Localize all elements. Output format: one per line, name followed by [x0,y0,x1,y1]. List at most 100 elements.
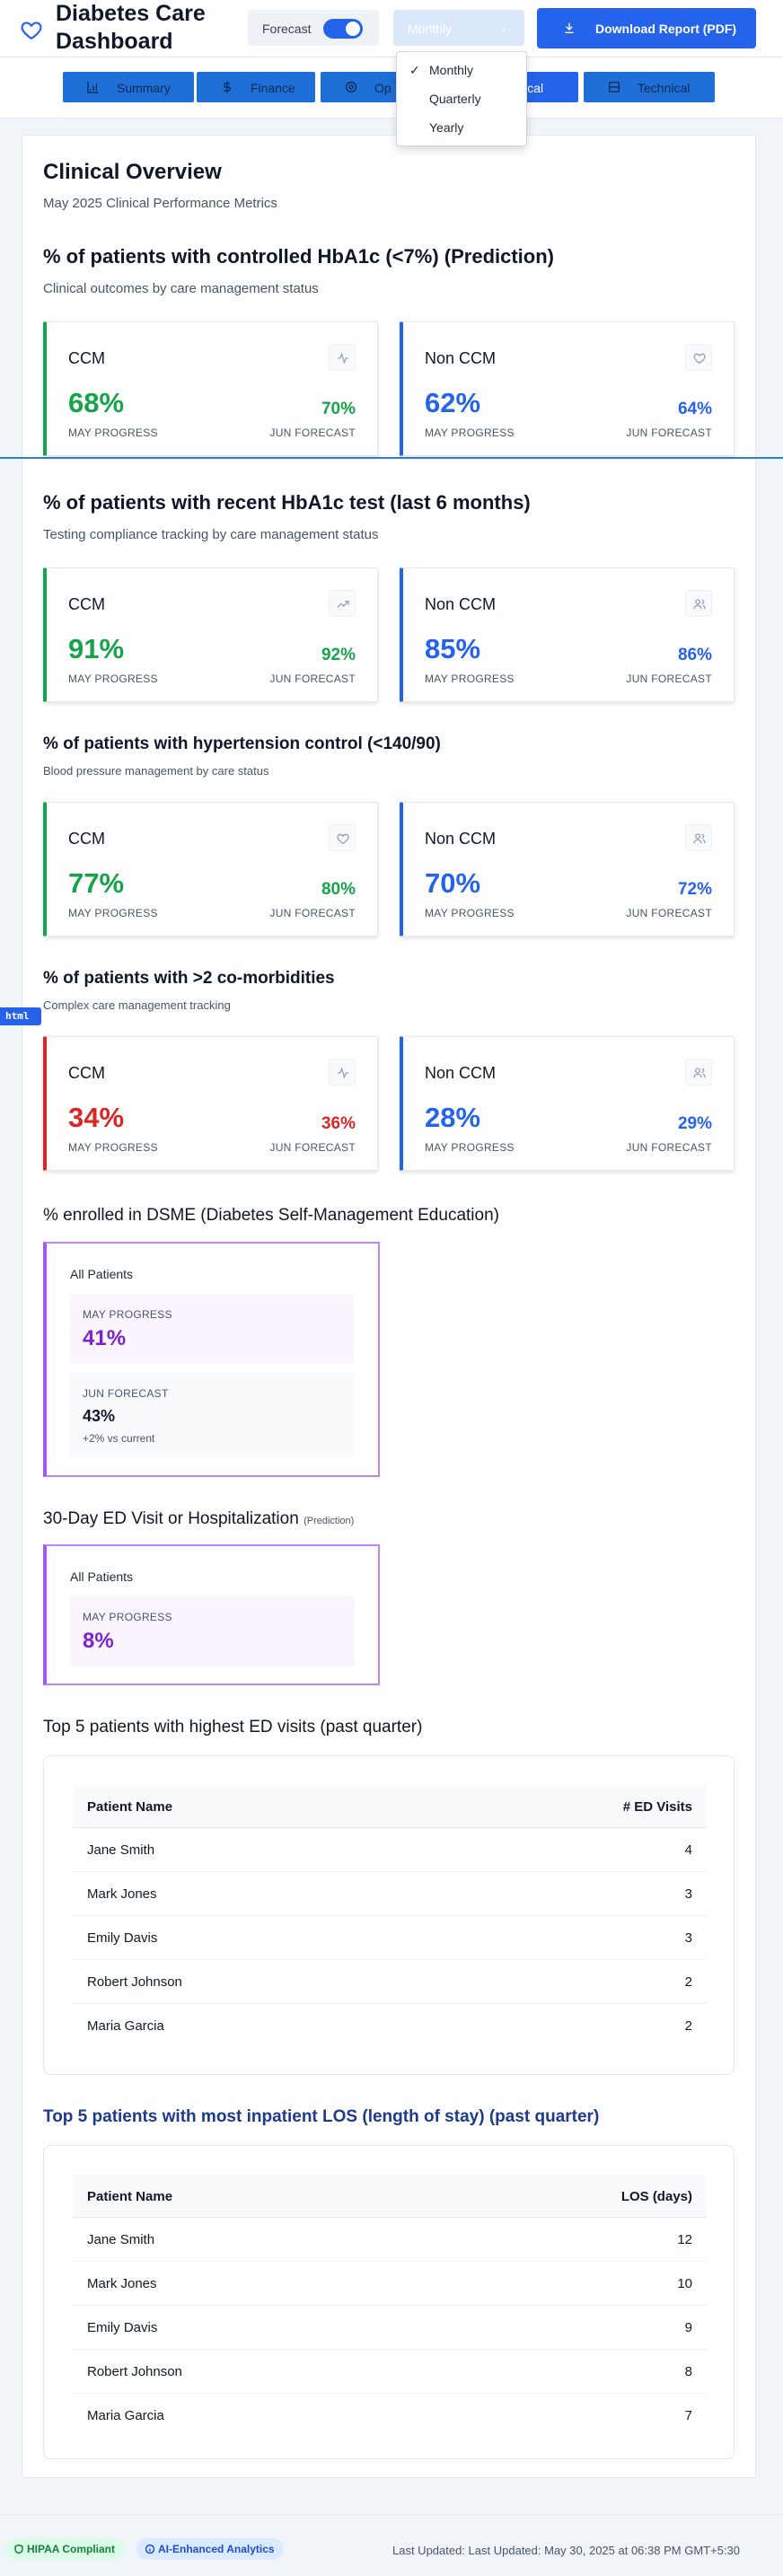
info-icon [145,2544,155,2554]
may-progress-caption: MAY PROGRESS [425,907,515,919]
may-progress-caption: MAY PROGRESS [83,1308,172,1321]
last-updated-text: Last Updated: Last Updated: May 30, 2025… [392,2544,740,2557]
gear-icon [346,82,356,92]
metric-card-ccm: CCM 91% 92% MAY PROGRESS JUN FORECAST [43,567,378,702]
download-report-label: Download Report (PDF) [595,22,737,36]
may-progress-caption: MAY PROGRESS [68,426,158,439]
option-label: Quarterly [429,92,481,106]
period-option-monthly[interactable]: ✓ Monthly [397,57,526,84]
tab-label: Op [374,81,392,95]
card-label: CCM [68,830,105,848]
jun-forecast-caption: JUN FORECAST [269,907,356,919]
row-value: 7 [684,2408,692,2423]
jun-forecast-caption: JUN FORECAST [269,673,356,685]
tab-bar: Summary Finance Op Clinical Technical [0,57,783,119]
patient-name: Robert Johnson [87,2364,182,2379]
jun-forecast-value: 72% [677,880,712,899]
table-row: Jane Smith 12 [73,2218,707,2262]
option-label: Monthly [429,63,474,77]
period-select[interactable]: Monthly ⌄ [393,10,524,46]
ai-analytics-label: AI-Enhanced Analytics [158,2543,275,2555]
table-row: Mark Jones 10 [73,2262,707,2306]
ed30-title-text: 30-Day ED Visit or Hospitalization [43,1509,299,1528]
patient-name: Emily Davis [87,1930,158,1946]
forecast-toggle[interactable] [323,19,363,39]
metric-card-non-ccm: Non CCM 70% 72% MAY PROGRESS JUN FORECAS… [400,802,735,936]
tab-finance[interactable]: Finance [197,72,315,102]
card-label: Non CCM [425,1064,497,1082]
database-icon [609,82,620,92]
tab-operations[interactable]: Op [321,72,398,102]
ed30-title: 30-Day ED Visit or Hospitalization (Pred… [43,1509,354,1529]
tab-label: Technical [638,81,691,95]
row-value: 9 [684,2320,692,2335]
patient-name: Maria Garcia [87,2408,164,2423]
chart-icon [87,82,99,93]
column-header-name: Patient Name [87,2189,173,2204]
tab-label: Finance [251,81,295,95]
app-title: Diabetes Care Dashboard [56,1,206,54]
jun-forecast-value: 70% [321,400,356,418]
dsme-card: All Patients MAY PROGRESS 41% JUN FORECA… [43,1242,380,1477]
card-label: Non CCM [425,830,497,848]
download-icon [565,22,574,33]
hipaa-badge: HIPAA Compliant [5,2538,124,2560]
card-label: Non CCM [425,349,497,367]
los-table-title: Top 5 patients with most inpatient LOS (… [43,2107,600,2126]
section-subtitle: Complex care management tracking [43,998,231,1012]
period-option-quarterly[interactable]: Quarterly [397,85,526,112]
jun-forecast-value: 29% [677,1114,712,1133]
may-progress-value: 28% [425,1102,481,1133]
ed-table-title: Top 5 patients with highest ED visits (p… [43,1718,423,1736]
tab-technical[interactable]: Technical [584,72,715,102]
may-progress-value: 8% [83,1629,114,1653]
horizontal-guide-line [0,457,783,459]
app-footer: HIPAA Compliant AI-Enhanced Analytics La… [0,2514,783,2576]
tab-summary[interactable]: Summary [63,72,194,102]
tab-label: Summary [117,81,171,95]
jun-forecast-box: JUN FORECAST 43% +2% vs current [70,1373,355,1457]
table-row: Mark Jones 3 [73,1872,707,1916]
row-value: 2 [684,2018,692,2034]
trending-up-icon [329,590,356,617]
may-progress-caption: MAY PROGRESS [425,1141,515,1154]
jun-forecast-value: 86% [677,646,712,664]
page-subtitle: May 2025 Clinical Performance Metrics [43,196,277,211]
forecast-label: Forecast [262,22,312,36]
may-progress-value: 91% [68,633,125,664]
may-progress-value: 62% [425,387,481,418]
jun-forecast-caption: JUN FORECAST [626,426,712,439]
heart-icon [21,22,42,40]
table-row: Emily Davis 9 [73,2306,707,2350]
period-select-value: Monthly [408,22,453,36]
patient-name: Robert Johnson [87,1974,182,1990]
metric-card-ccm: CCM 34% 36% MAY PROGRESS JUN FORECAST [43,1036,378,1171]
period-option-yearly[interactable]: Yearly [397,114,526,141]
jun-forecast-value: 43% [83,1407,116,1425]
ed30-card: All Patients MAY PROGRESS 8% [43,1544,380,1685]
page-title: Clinical Overview [43,160,222,184]
row-value: 3 [684,1930,692,1946]
table-header: Patient Name LOS (days) [73,2175,707,2218]
may-progress-caption: MAY PROGRESS [425,673,515,685]
jun-forecast-caption: JUN FORECAST [626,673,712,685]
column-header-name: Patient Name [87,1799,173,1815]
table-row: Maria Garcia 7 [73,2394,707,2438]
may-progress-value: 41% [83,1326,127,1350]
heart-icon [329,824,356,851]
row-value: 10 [677,2276,692,2291]
period-dropdown-menu: ✓ Monthly Quarterly Yearly [396,51,527,146]
row-value: 2 [684,1974,692,1990]
jun-forecast-caption: JUN FORECAST [626,1141,712,1154]
heart-icon [685,344,712,371]
patient-name: Jane Smith [87,1842,155,1858]
jun-forecast-caption: JUN FORECAST [83,1387,169,1400]
row-value: 4 [684,1842,692,1858]
jun-forecast-value: 36% [321,1114,356,1133]
section-subtitle: Clinical outcomes by care management sta… [43,281,319,296]
section-subtitle: Blood pressure management by care status [43,764,269,778]
jun-forecast-value: 80% [321,880,356,899]
download-report-button[interactable]: Download Report (PDF) [537,8,756,48]
may-progress-caption: MAY PROGRESS [425,426,515,439]
metric-card-non-ccm: Non CCM 28% 29% MAY PROGRESS JUN FORECAS… [400,1036,735,1171]
